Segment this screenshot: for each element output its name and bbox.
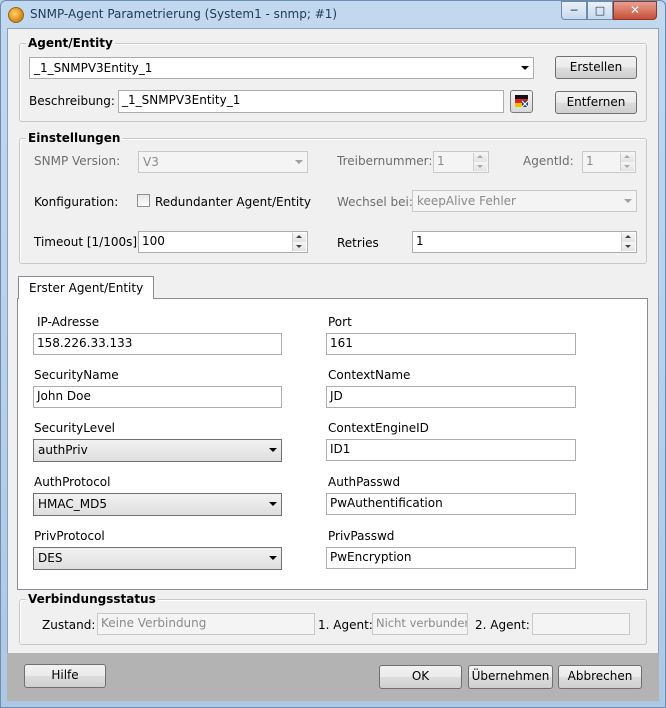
chevron-down-icon xyxy=(269,502,277,506)
maximize-icon[interactable]: □ xyxy=(587,1,613,20)
driver-number-stepper[interactable]: 1 xyxy=(433,151,489,173)
snmp-version-select[interactable]: V3 xyxy=(138,151,308,173)
chevron-down-icon xyxy=(269,448,277,452)
agent-id-value: 1 xyxy=(586,154,594,168)
title-bar[interactable]: SNMP-Agent Parametrierung (System1 - snm… xyxy=(0,0,666,28)
security-name-label: SecurityName xyxy=(34,368,119,382)
app-icon xyxy=(8,7,24,23)
priv-passwd-input[interactable]: PwEncryption xyxy=(326,547,576,569)
agent1-field: Nicht verbunden xyxy=(372,613,468,635)
close-icon[interactable]: ✕ xyxy=(613,1,657,20)
switch-select[interactable]: keepAlive Fehler xyxy=(412,190,637,212)
context-engine-label: ContextEngineID xyxy=(328,421,429,435)
port-input[interactable]: 161 xyxy=(326,333,576,355)
retries-label: Retries xyxy=(337,236,379,250)
agent-id-label: AgentId: xyxy=(523,154,574,168)
settings-legend: Einstellungen xyxy=(26,131,123,145)
snmp-version-label: SNMP Version: xyxy=(34,154,121,168)
agent-entity-select-value: _1_SNMPV3Entity_1 xyxy=(34,61,153,75)
configuration-label: Konfiguration: xyxy=(34,195,119,209)
auth-protocol-select[interactable]: HMAC_MD5 xyxy=(33,493,282,516)
context-name-label: ContextName xyxy=(328,368,411,382)
retries-stepper[interactable]: 1 xyxy=(412,231,637,253)
create-button[interactable]: Erstellen xyxy=(555,56,637,79)
redundant-label: Redundanter Agent/Entity xyxy=(155,195,312,209)
tab-first-agent[interactable]: Erster Agent/Entity xyxy=(18,276,155,299)
agent-entity-legend: Agent/Entity xyxy=(26,36,115,50)
timeout-label: Timeout [1/100s] xyxy=(34,235,138,249)
auth-passwd-label: AuthPasswd xyxy=(328,475,401,489)
spin-buttons-icon[interactable] xyxy=(292,233,306,251)
context-name-input[interactable]: JD xyxy=(326,386,576,408)
auth-protocol-label: AuthProtocol xyxy=(34,475,111,489)
priv-protocol-select[interactable]: DES xyxy=(33,547,282,570)
snmp-version-value: V3 xyxy=(143,155,159,169)
security-level-select[interactable]: authPriv xyxy=(33,439,282,462)
state-field: Keine Verbindung xyxy=(97,613,315,635)
priv-protocol-value: DES xyxy=(38,551,63,565)
chevron-down-icon xyxy=(269,556,277,560)
port-label: Port xyxy=(328,315,352,329)
agent-id-stepper[interactable]: 1 xyxy=(582,151,636,173)
cancel-button[interactable]: Abbrechen xyxy=(558,665,642,689)
agent2-field xyxy=(532,613,630,635)
retries-value: 1 xyxy=(416,234,424,248)
spin-buttons-icon[interactable] xyxy=(473,153,487,171)
flag-icon xyxy=(515,95,529,108)
apply-button[interactable]: Übernehmen xyxy=(468,665,553,689)
driver-number-label: Treibernummer: xyxy=(337,154,433,168)
ok-button[interactable]: OK xyxy=(379,665,462,689)
language-flag-button[interactable] xyxy=(510,90,533,113)
agent2-label: 2. Agent: xyxy=(475,618,530,632)
redundant-checkbox[interactable] xyxy=(137,194,150,207)
ip-address-label: IP-Adresse xyxy=(37,315,100,329)
window-title: SNMP-Agent Parametrierung (System1 - snm… xyxy=(30,7,338,21)
remove-button[interactable]: Entfernen xyxy=(555,91,637,114)
description-input[interactable]: _1_SNMPV3Entity_1 xyxy=(118,90,504,113)
timeout-value: 100 xyxy=(142,234,165,248)
ip-address-input[interactable]: 158.226.33.133 xyxy=(33,333,282,355)
description-label: Beschreibung: xyxy=(29,94,115,108)
state-label: Zustand: xyxy=(42,618,96,632)
auth-passwd-input[interactable]: PwAuthentification xyxy=(326,493,576,515)
help-button[interactable]: Hilfe xyxy=(24,664,106,688)
timeout-stepper[interactable]: 100 xyxy=(138,231,308,253)
security-level-value: authPriv xyxy=(38,443,88,457)
minimize-icon[interactable]: ─ xyxy=(561,1,587,20)
switch-value: keepAlive Fehler xyxy=(417,194,516,208)
security-name-input[interactable]: John Doe xyxy=(33,386,282,408)
spin-buttons-icon[interactable] xyxy=(620,153,634,171)
auth-protocol-value: HMAC_MD5 xyxy=(38,497,107,511)
security-level-label: SecurityLevel xyxy=(34,421,115,435)
chevron-down-icon xyxy=(521,66,529,70)
spin-buttons-icon[interactable] xyxy=(621,233,635,251)
chevron-down-icon xyxy=(624,199,632,203)
priv-protocol-label: PrivProtocol xyxy=(34,529,105,543)
priv-passwd-label: PrivPasswd xyxy=(328,529,395,543)
agent1-label: 1. Agent: xyxy=(318,618,373,632)
switch-label: Wechsel bei: xyxy=(337,195,413,209)
chevron-down-icon xyxy=(295,160,303,164)
agent-entity-select[interactable]: _1_SNMPV3Entity_1 xyxy=(29,57,534,79)
connection-status-legend: Verbindungsstatus xyxy=(26,592,158,606)
driver-number-value: 1 xyxy=(437,154,445,168)
context-engine-input[interactable]: ID1 xyxy=(326,439,576,461)
